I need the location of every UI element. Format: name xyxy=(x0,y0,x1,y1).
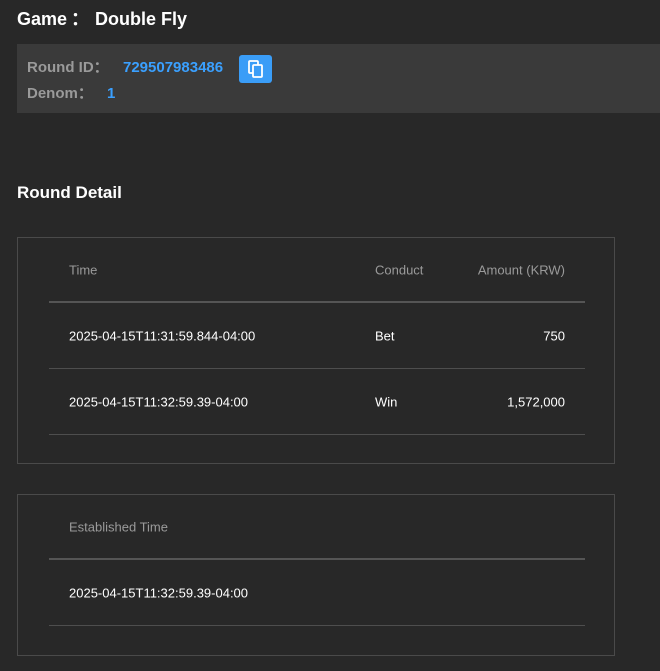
game-name: Double Fly xyxy=(95,9,188,29)
round-detail-table: Time Conduct Amount (KRW) 2025-04-15T11:… xyxy=(49,238,585,435)
row-time: 2025-04-15T11:31:59.844-04:00 xyxy=(69,328,256,343)
established-header-row: Established Time xyxy=(49,495,585,560)
round-detail-title: Round Detail xyxy=(17,183,122,202)
game-label: Game xyxy=(17,9,68,29)
table-row: 2025-04-15T11:32:59.39-04:00 xyxy=(49,560,585,626)
table-header-row: Time Conduct Amount (KRW) xyxy=(49,238,585,303)
round-id-row: Round ID： 729507983486 xyxy=(27,56,223,77)
row-amount: 750 xyxy=(543,328,565,343)
row-conduct: Bet xyxy=(375,328,395,343)
row-time: 2025-04-15T11:32:59.39-04:00 xyxy=(69,394,249,409)
row-amount: 1,572,000 xyxy=(507,394,565,409)
round-info-panel: Round ID： 729507983486 Denom： 1 xyxy=(17,44,660,113)
established-header: Established Time xyxy=(69,519,168,534)
round-id-value: 729507983486 xyxy=(123,59,224,76)
table-row: 2025-04-15T11:31:59.844-04:00 Bet 750 xyxy=(49,303,585,369)
established-time-card: Established Time 2025-04-15T11:32:59.39-… xyxy=(17,494,615,656)
round-detail-card: Time Conduct Amount (KRW) 2025-04-15T11:… xyxy=(17,237,615,464)
header-amount: Amount (KRW) xyxy=(477,262,565,277)
established-value: 2025-04-15T11:32:59.39-04:00 xyxy=(69,585,249,600)
row-conduct: Win xyxy=(375,394,398,409)
table-row: 2025-04-15T11:32:59.39-04:00 Win 1,572,0… xyxy=(49,369,585,435)
header-time: Time xyxy=(69,262,98,277)
denom-row: Denom： 1 xyxy=(27,82,115,103)
copy-round-id-button[interactable] xyxy=(239,55,272,83)
round-id-label: Round ID： xyxy=(27,59,109,76)
game-separator: ： xyxy=(71,9,90,29)
round-detail-page: Game： Double Fly Round ID： 729507983486 De… xyxy=(0,0,660,671)
copy-icon xyxy=(247,60,263,78)
denom-label: Denom： xyxy=(27,85,93,102)
header-conduct: Conduct xyxy=(375,262,424,277)
game-title: Game： Double Fly xyxy=(17,5,187,31)
established-table: Established Time 2025-04-15T11:32:59.39-… xyxy=(49,495,585,626)
denom-value: 1 xyxy=(107,85,116,102)
